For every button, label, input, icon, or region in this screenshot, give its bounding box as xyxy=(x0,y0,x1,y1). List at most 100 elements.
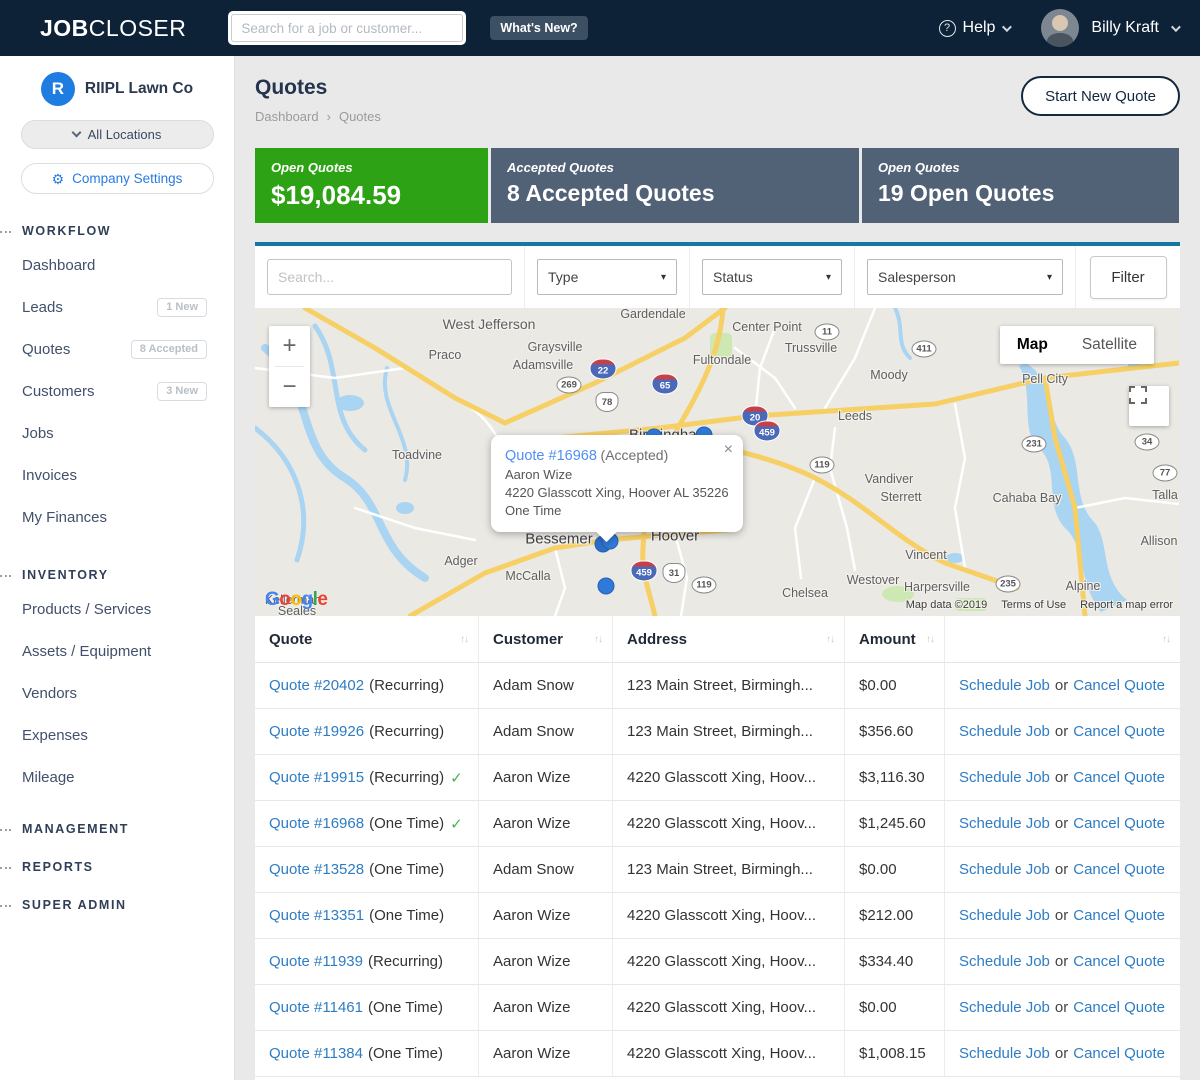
route-shield: 459 xyxy=(631,561,658,582)
sidebar-item-customers[interactable]: Customers3 New xyxy=(0,370,234,412)
sidebar-item-assets-equipment[interactable]: Assets / Equipment xyxy=(0,630,234,672)
cancel-quote-link[interactable]: Cancel Quote xyxy=(1073,953,1165,970)
cancel-quote-link[interactable]: Cancel Quote xyxy=(1073,815,1165,832)
cancel-quote-link[interactable]: Cancel Quote xyxy=(1073,1045,1165,1062)
cancel-quote-link[interactable]: Cancel Quote xyxy=(1073,861,1165,878)
fullscreen-button[interactable] xyxy=(1129,386,1169,426)
quote-link[interactable]: Quote #11461 xyxy=(269,999,363,1016)
whats-new-button[interactable]: What's New? xyxy=(490,16,587,40)
stat-card-open-quotes-amount: Open Quotes $19,084.59 xyxy=(255,148,488,223)
all-locations-label: All Locations xyxy=(88,127,162,142)
sidebar-item-quotes[interactable]: Quotes8 Accepted xyxy=(0,328,234,370)
page-title: Quotes xyxy=(255,76,381,100)
quote-link[interactable]: Quote #13351 xyxy=(269,907,364,924)
quote-link[interactable]: Quote #20402 xyxy=(269,677,364,694)
satellite-tab[interactable]: Satellite xyxy=(1065,326,1154,364)
quote-link[interactable]: Quote #11384 xyxy=(269,1045,363,1062)
info-quote-link[interactable]: Quote #16968 xyxy=(505,448,597,464)
table-row: Quote #11939(Recurring) Aaron Wize 4220 … xyxy=(255,939,1180,985)
schedule-job-link[interactable]: Schedule Job xyxy=(959,1045,1050,1062)
schedule-job-link[interactable]: Schedule Job xyxy=(959,723,1050,740)
map-attribution: Map data ©2019 Terms of Use Report a map… xyxy=(906,599,1173,611)
breadcrumb-dashboard[interactable]: Dashboard xyxy=(255,109,319,124)
schedule-job-link[interactable]: Schedule Job xyxy=(959,769,1050,786)
close-icon[interactable]: × xyxy=(724,442,733,458)
map-label: Bessemer xyxy=(525,531,593,548)
help-menu[interactable]: ? Help xyxy=(939,19,1010,37)
schedule-job-link[interactable]: Schedule Job xyxy=(959,999,1050,1016)
cancel-quote-link[interactable]: Cancel Quote xyxy=(1073,907,1165,924)
salesperson-select[interactable]: Salesperson▾ xyxy=(867,259,1063,295)
zoom-in-button[interactable]: + xyxy=(269,326,310,366)
schedule-job-link[interactable]: Schedule Job xyxy=(959,861,1050,878)
address-cell: 4220 Glasscott Xing, Hoov... xyxy=(613,755,845,800)
type-select[interactable]: Type▾ xyxy=(537,259,677,295)
quotes-search-input[interactable] xyxy=(267,259,512,295)
cancel-quote-link[interactable]: Cancel Quote xyxy=(1073,999,1165,1016)
report-map-error-link[interactable]: Report a map error xyxy=(1080,599,1173,611)
map-label: Adger xyxy=(444,554,477,568)
start-new-quote-button[interactable]: Start New Quote xyxy=(1021,76,1180,116)
customer-cell: Aaron Wize xyxy=(479,755,613,800)
company-settings-button[interactable]: ⚙ Company Settings xyxy=(21,163,214,194)
quote-type: (One Time) xyxy=(368,999,443,1016)
global-search-input[interactable] xyxy=(231,14,463,42)
quote-link[interactable]: Quote #19926 xyxy=(269,723,364,740)
map-marker[interactable] xyxy=(598,578,615,595)
sidebar-item-products-services[interactable]: Products / Services xyxy=(0,588,234,630)
address-cell: 123 Main Street, Birmingh... xyxy=(613,663,845,708)
customers-badge: 3 New xyxy=(157,382,207,401)
logo-letter: o xyxy=(279,589,290,610)
sidebar-item-my-finances[interactable]: My Finances xyxy=(0,496,234,538)
route-shield: 459 xyxy=(754,421,781,442)
cancel-quote-link[interactable]: Cancel Quote xyxy=(1073,769,1165,786)
column-label: Quote xyxy=(269,631,312,648)
or-text: or xyxy=(1055,907,1068,924)
cancel-quote-link[interactable]: Cancel Quote xyxy=(1073,677,1165,694)
sidebar-item-leads[interactable]: Leads1 New xyxy=(0,286,234,328)
schedule-job-link[interactable]: Schedule Job xyxy=(959,815,1050,832)
terms-of-use-link[interactable]: Terms of Use xyxy=(1001,599,1066,611)
section-reports[interactable]: REPORTS xyxy=(0,860,234,874)
gear-icon: ⚙ xyxy=(52,172,65,186)
quote-link[interactable]: Quote #19915 xyxy=(269,769,364,786)
map-tab[interactable]: Map xyxy=(1000,326,1065,364)
sidebar-item-expenses[interactable]: Expenses xyxy=(0,714,234,756)
zoom-out-button[interactable]: − xyxy=(269,367,310,407)
filter-button[interactable]: Filter xyxy=(1090,256,1167,299)
map-label: Toadvine xyxy=(392,448,442,462)
logo-light: CLOSER xyxy=(89,15,187,41)
quotes-badge: 8 Accepted xyxy=(131,340,207,359)
section-super-admin[interactable]: SUPER ADMIN xyxy=(0,898,234,912)
table-row: Quote #16968(One Time)✓ Aaron Wize 4220 … xyxy=(255,801,1180,847)
cancel-quote-link[interactable]: Cancel Quote xyxy=(1073,723,1165,740)
schedule-job-link[interactable]: Schedule Job xyxy=(959,677,1050,694)
sidebar-item-jobs[interactable]: Jobs xyxy=(0,412,234,454)
status-select[interactable]: Status▾ xyxy=(702,259,842,295)
sort-icon[interactable]: ↑↓ xyxy=(926,634,934,645)
section-management[interactable]: MANAGEMENT xyxy=(0,822,234,836)
user-menu[interactable]: Billy Kraft xyxy=(1041,9,1178,47)
sort-icon[interactable]: ↑↓ xyxy=(1162,634,1170,645)
leads-badge: 1 New xyxy=(157,298,207,317)
sidebar-item-invoices[interactable]: Invoices xyxy=(0,454,234,496)
all-locations-dropdown[interactable]: All Locations xyxy=(21,120,214,149)
quote-link[interactable]: Quote #16968 xyxy=(269,815,364,832)
quote-link[interactable]: Quote #11939 xyxy=(269,953,363,970)
sidebar-item-mileage[interactable]: Mileage xyxy=(0,756,234,798)
sort-icon[interactable]: ↑↓ xyxy=(594,634,602,645)
sidebar-item-dashboard[interactable]: Dashboard xyxy=(0,244,234,286)
quote-link[interactable]: Quote #13528 xyxy=(269,861,364,878)
quotes-map[interactable]: Gardendale West Jefferson Center Point T… xyxy=(255,308,1180,616)
sidebar-item-vendors[interactable]: Vendors xyxy=(0,672,234,714)
sort-icon[interactable]: ↑↓ xyxy=(826,634,834,645)
schedule-job-link[interactable]: Schedule Job xyxy=(959,953,1050,970)
sort-icon[interactable]: ↑↓ xyxy=(460,634,468,645)
schedule-job-link[interactable]: Schedule Job xyxy=(959,907,1050,924)
company-name: RIIPL Lawn Co xyxy=(85,80,193,98)
map-label: Sterrett xyxy=(881,490,922,504)
customer-cell: Aaron Wize xyxy=(479,893,613,938)
accepted-check-icon: ✓ xyxy=(450,769,463,787)
company-settings-label: Company Settings xyxy=(72,171,182,186)
map-label: Chelsea xyxy=(782,586,828,600)
